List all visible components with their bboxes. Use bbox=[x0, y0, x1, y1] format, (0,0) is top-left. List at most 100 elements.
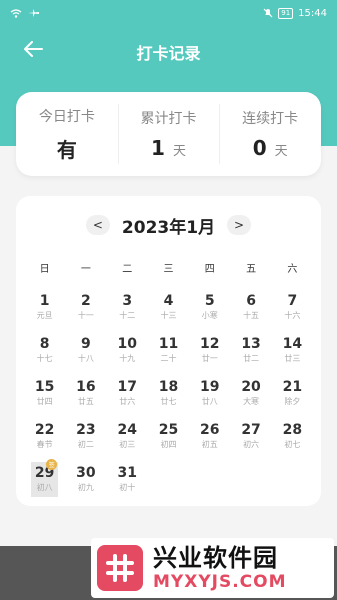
prev-month-button[interactable]: < bbox=[85, 215, 110, 235]
calendar-day[interactable]: 6 十五 bbox=[230, 290, 271, 333]
day-lunar: 小寒 bbox=[201, 311, 218, 320]
calendar-day[interactable]: 11 二十 bbox=[148, 333, 189, 376]
wifi-icon bbox=[10, 8, 22, 18]
day-number: 15 bbox=[34, 379, 55, 395]
calendar-day[interactable]: 13 廿二 bbox=[230, 333, 271, 376]
calendar-day[interactable]: 4 十三 bbox=[148, 290, 189, 333]
weekday-label: 六 bbox=[287, 264, 298, 275]
day-number: 8 bbox=[39, 336, 50, 352]
day-lunar: 十七 bbox=[36, 354, 53, 363]
page-title: 打卡记录 bbox=[136, 44, 201, 63]
stat-value: 有 bbox=[56, 137, 77, 162]
day-number: 31 bbox=[117, 465, 137, 481]
day-number: 14 bbox=[282, 336, 303, 352]
weekday-label: 五 bbox=[246, 264, 257, 275]
day-lunar: 初四 bbox=[160, 440, 177, 449]
day-lunar: 初三 bbox=[119, 440, 136, 449]
calendar-day[interactable]: 23 初二 bbox=[65, 419, 106, 462]
calendar-day[interactable]: 5 小寒 bbox=[189, 290, 230, 333]
calendar-day[interactable]: 26 初五 bbox=[189, 419, 230, 462]
calendar-day[interactable]: 9 十八 bbox=[65, 333, 106, 376]
stat-unit: 天 bbox=[274, 144, 288, 159]
day-number: 23 bbox=[76, 422, 96, 438]
day-lunar: 廿二 bbox=[243, 354, 260, 363]
day-lunar: 初八 bbox=[36, 483, 53, 492]
calendar-day[interactable]: 30 初九 bbox=[65, 462, 106, 505]
day-number: 6 bbox=[246, 293, 256, 309]
day-number: 10 bbox=[117, 336, 137, 352]
day-lunar: 初六 bbox=[243, 440, 260, 449]
next-month-button[interactable]: > bbox=[227, 215, 252, 235]
calendar-day[interactable]: 24 初三 bbox=[107, 419, 148, 462]
calendar-day[interactable]: 31 初十 bbox=[107, 462, 148, 505]
calendar-day[interactable]: 22 春节 bbox=[24, 419, 65, 462]
stat-label: 连续打卡 bbox=[242, 111, 299, 127]
day-lunar: 大寒 bbox=[243, 397, 260, 406]
day-number: 4 bbox=[163, 293, 174, 309]
day-number: 2 bbox=[81, 293, 91, 309]
calendar-day[interactable]: 15 廿四 bbox=[24, 376, 65, 419]
day-number: 21 bbox=[282, 379, 303, 395]
day-lunar: 春节 bbox=[36, 440, 53, 449]
day-lunar: 十三 bbox=[160, 311, 177, 320]
day-lunar: 十八 bbox=[77, 354, 94, 363]
day-number: 11 bbox=[158, 336, 179, 352]
day-lunar: 十五 bbox=[243, 311, 260, 320]
weekday-label: 三 bbox=[163, 264, 174, 275]
day-lunar: 廿三 bbox=[284, 354, 301, 363]
day-number: 9 bbox=[81, 336, 91, 352]
weekday-label: 日 bbox=[39, 264, 50, 275]
day-lunar: 初七 bbox=[284, 440, 301, 449]
calendar-header: < 2023年1月 > bbox=[16, 212, 321, 238]
day-lunar: 除夕 bbox=[284, 397, 301, 406]
calendar-day[interactable]: 20 大寒 bbox=[230, 376, 271, 419]
weekday-label: 四 bbox=[204, 264, 215, 275]
calendar-day[interactable]: 3 十二 bbox=[107, 290, 148, 333]
checkin-badge: 签 bbox=[46, 459, 58, 470]
status-right: 91 15:44 bbox=[263, 7, 327, 19]
day-number: 18 bbox=[158, 379, 179, 395]
watermark: 兴业软件园 MYXYJS.COM bbox=[91, 538, 334, 598]
stat-label: 累计打卡 bbox=[140, 111, 197, 127]
calendar-day[interactable]: 10 十九 bbox=[107, 333, 148, 376]
day-lunar: 初九 bbox=[77, 483, 94, 492]
calendar-day[interactable]: 18 廿七 bbox=[148, 376, 189, 419]
day-lunar: 十一 bbox=[77, 311, 94, 320]
calendar-day[interactable]: 2 十一 bbox=[65, 290, 106, 333]
calendar-day[interactable]: 1 元旦 bbox=[24, 290, 65, 333]
calendar-day[interactable]: 17 廿六 bbox=[107, 376, 148, 419]
day-lunar: 廿八 bbox=[201, 397, 218, 406]
day-number: 20 bbox=[241, 379, 261, 395]
stat-streak: 连续打卡 0天 bbox=[219, 92, 321, 176]
day-lunar: 十九 bbox=[119, 354, 136, 363]
calendar-day[interactable]: 14 廿三 bbox=[272, 333, 313, 376]
mute-icon bbox=[263, 8, 273, 18]
calendar-day[interactable]: 25 初四 bbox=[148, 419, 189, 462]
weekday-label: 二 bbox=[122, 264, 133, 275]
calendar-card: < 2023年1月 > 日 一 二 三 四 五 六 1 元旦 2 十一 3 十二 4 十三 5 小… bbox=[16, 196, 321, 506]
day-lunar: 二十 bbox=[160, 354, 177, 363]
day-lunar: 初十 bbox=[119, 483, 136, 492]
day-lunar: 廿七 bbox=[160, 397, 177, 406]
weekday-label: 一 bbox=[80, 264, 91, 275]
calendar-day[interactable]: 27 初六 bbox=[230, 419, 271, 462]
calendar-day[interactable]: 12 廿一 bbox=[189, 333, 230, 376]
calendar-day[interactable]: 7 十六 bbox=[272, 290, 313, 333]
stat-value: 1 bbox=[151, 136, 165, 160]
watermark-title: 兴业软件园 bbox=[153, 544, 278, 572]
calendar-day[interactable]: 8 十七 bbox=[24, 333, 65, 376]
calendar-day[interactable]: 21 除夕 bbox=[272, 376, 313, 419]
airplane-icon bbox=[28, 9, 39, 17]
stat-today: 今日打卡 有 bbox=[16, 92, 118, 176]
day-number: 30 bbox=[76, 465, 96, 481]
day-lunar: 廿一 bbox=[201, 354, 218, 363]
calendar-day[interactable]: 19 廿八 bbox=[189, 376, 230, 419]
calendar-day-today[interactable]: 29 初八签 bbox=[31, 459, 59, 497]
calendar-day[interactable]: 16 廿五 bbox=[65, 376, 106, 419]
day-lunar: 十二 bbox=[119, 311, 136, 320]
calendar-day[interactable]: 28 初七 bbox=[272, 419, 313, 462]
day-lunar: 元旦 bbox=[36, 311, 53, 320]
status-bar: 91 15:44 bbox=[0, 0, 337, 26]
day-number: 7 bbox=[287, 293, 298, 309]
day-lunar: 初二 bbox=[77, 440, 94, 449]
